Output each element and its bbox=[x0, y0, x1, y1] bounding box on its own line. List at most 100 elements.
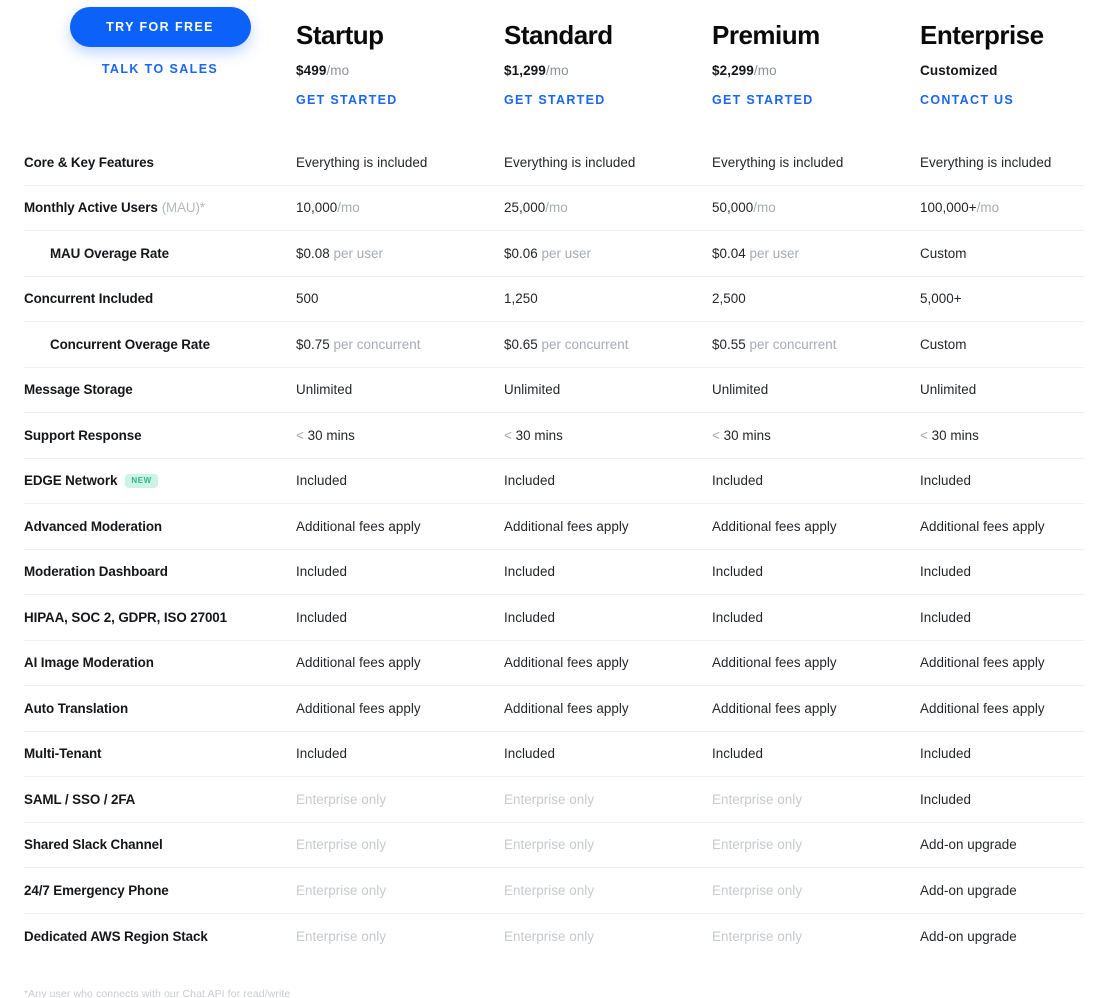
value-main: Additional fees apply bbox=[712, 700, 837, 716]
feature-value-cell: Included bbox=[504, 610, 712, 625]
value-main: 500 bbox=[296, 291, 319, 307]
feature-value-cell: Enterprise only bbox=[504, 837, 712, 852]
feature-value-cell: < 30 mins bbox=[920, 428, 1108, 443]
value-main: Included bbox=[504, 564, 556, 580]
feature-value-cell: < 30 mins bbox=[296, 428, 504, 443]
feature-value-cell: Additional fees apply bbox=[504, 519, 712, 534]
feature-label-cell: Concurrent Overage Rate bbox=[24, 337, 296, 352]
plan-action-link[interactable]: GET STARTED bbox=[712, 93, 814, 107]
feature-value-cell: Additional fees apply bbox=[504, 701, 712, 716]
feature-label-cell: Dedicated AWS Region Stack bbox=[24, 929, 296, 944]
feature-value-cell: $0.08 per user bbox=[296, 246, 504, 261]
value-prefix: < bbox=[712, 427, 724, 443]
table-row: Dedicated AWS Region Stack Enterprise onl… bbox=[24, 914, 1084, 960]
value-main: Additional fees apply bbox=[296, 655, 421, 671]
feature-label-cell: Shared Slack Channel bbox=[24, 837, 296, 852]
value-main: Included bbox=[920, 609, 972, 625]
feature-value-cell: Add-on upgrade bbox=[920, 883, 1108, 898]
value-main: Included bbox=[920, 791, 972, 807]
plan-action-link[interactable]: GET STARTED bbox=[296, 93, 398, 107]
value-main: 2,500 bbox=[712, 291, 746, 307]
feature-value-cell: Everything is included bbox=[712, 155, 920, 170]
plan-action-link[interactable]: CONTACT US bbox=[920, 93, 1014, 107]
plan-price-amount: $499 bbox=[296, 63, 327, 79]
feature-value-cell: Included bbox=[712, 746, 920, 761]
feature-value-cell: Additional fees apply bbox=[920, 519, 1108, 534]
value-main: Enterprise only bbox=[504, 791, 595, 807]
value-main: 50,000 bbox=[712, 200, 754, 216]
feature-label: Shared Slack Channel bbox=[24, 837, 163, 853]
value-main: Additional fees apply bbox=[504, 518, 629, 534]
try-for-free-button[interactable]: TRY FOR FREE bbox=[69, 7, 251, 47]
feature-label-cell: MAU Overage Rate bbox=[24, 246, 296, 261]
feature-value-cell: 25,000/mo bbox=[504, 200, 712, 215]
talk-to-sales-link[interactable]: TALK TO SALES bbox=[102, 62, 218, 76]
value-main: Included bbox=[712, 746, 764, 762]
value-main: Enterprise only bbox=[712, 837, 803, 853]
value-sub: per user bbox=[745, 245, 800, 261]
feature-value-cell: Included bbox=[920, 610, 1108, 625]
plan-column-premium: Premium $2,299/mo GET STARTED bbox=[712, 0, 920, 109]
value-main: Included bbox=[920, 473, 972, 489]
value-main: Enterprise only bbox=[504, 928, 595, 944]
plan-price-amount: $1,299 bbox=[504, 63, 546, 79]
feature-value-cell: Additional fees apply bbox=[920, 655, 1108, 670]
plan-price: $2,299/mo bbox=[712, 63, 920, 78]
feature-label-cell: HIPAA, SOC 2, GDPR, ISO 27001 bbox=[24, 610, 296, 625]
table-row: HIPAA, SOC 2, GDPR, ISO 27001 Included Inc… bbox=[24, 595, 1084, 641]
feature-value-cell: Included bbox=[920, 473, 1108, 488]
feature-label: EDGE Network bbox=[24, 473, 118, 489]
plan-price: Customized bbox=[920, 63, 1108, 78]
table-row: EDGE Network NEW Included Included Included I… bbox=[24, 459, 1084, 504]
feature-label-cell: Moderation Dashboard bbox=[24, 564, 296, 579]
table-row: Advanced Moderation Additional fees apply… bbox=[24, 504, 1084, 550]
plan-name: Premium bbox=[712, 20, 820, 50]
feature-label: Multi-Tenant bbox=[24, 746, 102, 762]
feature-value-cell: Included bbox=[920, 746, 1108, 761]
feature-label-cell: Auto Translation bbox=[24, 701, 296, 716]
feature-value-cell: Included bbox=[920, 792, 1108, 807]
value-prefix: < bbox=[504, 427, 516, 443]
feature-value-cell: $0.65 per concurrent bbox=[504, 337, 712, 352]
feature-value-cell: $0.06 per user bbox=[504, 246, 712, 261]
value-main: Enterprise only bbox=[504, 882, 595, 898]
value-main: Additional fees apply bbox=[296, 700, 421, 716]
feature-value-cell: 5,000+ bbox=[920, 291, 1108, 306]
value-main: Included bbox=[712, 473, 764, 489]
feature-value-cell: $0.75 per concurrent bbox=[296, 337, 504, 352]
table-row: Message Storage Unlimited Unlimited Unlimit… bbox=[24, 368, 1084, 413]
feature-label-cell: EDGE Network NEW bbox=[24, 473, 296, 488]
feature-value-cell: Enterprise only bbox=[712, 929, 920, 944]
value-main: Included bbox=[712, 564, 764, 580]
table-row: Support Response < 30 mins < 30 mins < 30 m… bbox=[24, 413, 1084, 459]
table-row: Shared Slack Channel Enterprise only Enter… bbox=[24, 823, 1084, 868]
feature-value-cell: Everything is included bbox=[920, 155, 1108, 170]
feature-value-cell: 1,250 bbox=[504, 291, 712, 306]
value-main: 100,000+ bbox=[920, 200, 977, 216]
feature-value-cell: Unlimited bbox=[712, 382, 920, 397]
feature-value-cell: Included bbox=[712, 473, 920, 488]
plan-name: Standard bbox=[504, 20, 613, 50]
value-main: Additional fees apply bbox=[712, 518, 837, 534]
value-main: Add-on upgrade bbox=[920, 882, 1017, 898]
plan-price: $1,299/mo bbox=[504, 63, 712, 78]
plan-action-link[interactable]: GET STARTED bbox=[504, 93, 606, 107]
value-main: 30 mins bbox=[515, 427, 563, 443]
value-sub: per user bbox=[329, 245, 384, 261]
feature-value-cell: Included bbox=[920, 564, 1108, 579]
value-main: Add-on upgrade bbox=[920, 928, 1017, 944]
value-main: Unlimited bbox=[296, 382, 353, 398]
feature-value-cell: < 30 mins bbox=[504, 428, 712, 443]
feature-value-cell: Included bbox=[296, 746, 504, 761]
feature-value-cell: 100,000+/mo bbox=[920, 200, 1108, 215]
table-row: Concurrent Overage Rate $0.75 per concurr… bbox=[24, 322, 1084, 368]
value-main: $0.04 bbox=[712, 245, 746, 261]
value-sub: per concurrent bbox=[745, 336, 837, 352]
feature-value-cell: Additional fees apply bbox=[712, 655, 920, 670]
value-main: Enterprise only bbox=[296, 791, 387, 807]
feature-value-cell: 10,000/mo bbox=[296, 200, 504, 215]
feature-label: Dedicated AWS Region Stack bbox=[24, 928, 208, 944]
feature-value-cell: Enterprise only bbox=[504, 883, 712, 898]
value-main: Custom bbox=[920, 336, 967, 352]
value-main: 25,000 bbox=[504, 200, 546, 216]
